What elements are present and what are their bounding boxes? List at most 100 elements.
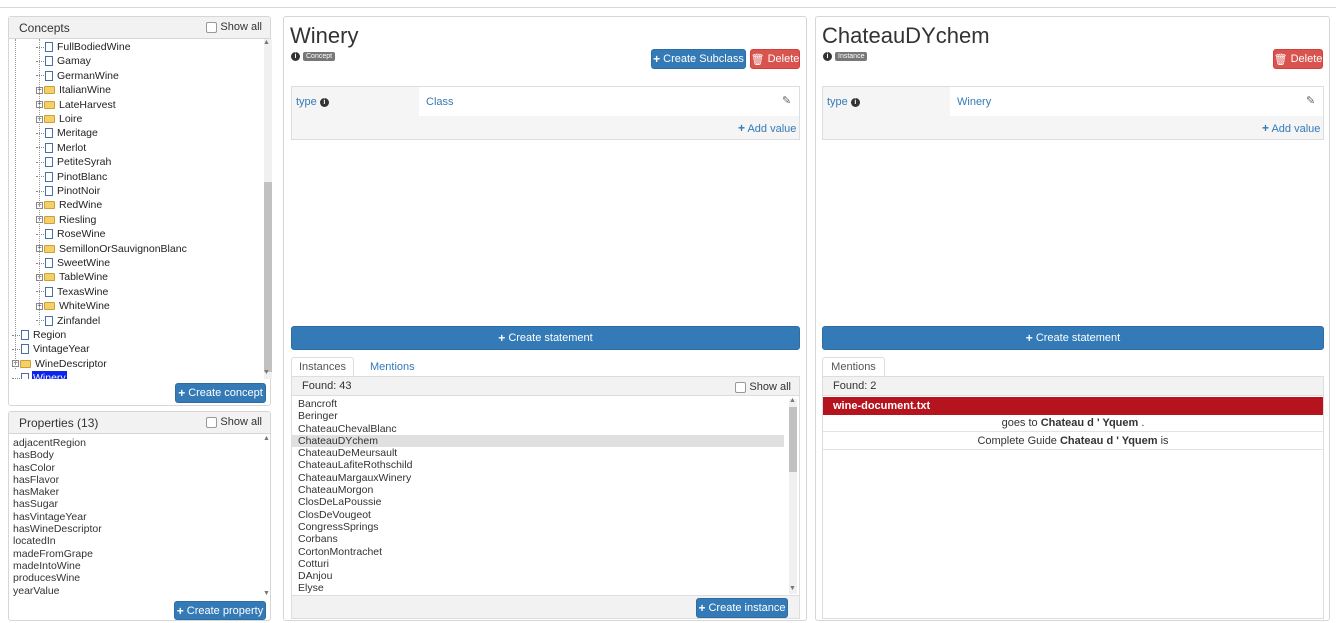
tree-node[interactable]: PetiteSyrah <box>36 155 112 169</box>
tab-mentions[interactable]: Mentions <box>822 357 885 376</box>
tree-node[interactable]: + LateHarvest <box>36 98 117 112</box>
tree-node[interactable]: TexasWine <box>36 285 109 299</box>
tree-node-label[interactable]: TexasWine <box>56 285 109 299</box>
tree-node-label[interactable]: Loire <box>58 112 83 126</box>
predicate-label[interactable]: type <box>827 96 848 108</box>
instance-item[interactable]: ChateauDYchem <box>292 434 784 448</box>
property-item[interactable]: madeFromGrape <box>13 548 253 560</box>
instance-item[interactable]: CortonMontrachet <box>292 546 784 558</box>
info-icon[interactable]: i <box>850 97 860 107</box>
tree-node[interactable]: SweetWine <box>36 256 111 270</box>
scroll-down-icon[interactable]: ▼ <box>789 585 796 592</box>
scroll-up-icon[interactable]: ▲ <box>789 397 796 404</box>
pencil-icon[interactable]: ✎ <box>1306 94 1315 107</box>
mention-document[interactable]: wine-document.txt <box>823 397 1323 415</box>
property-item[interactable]: hasBody <box>13 449 253 461</box>
info-icon[interactable]: i <box>823 52 832 61</box>
tree-node[interactable]: Merlot <box>36 141 87 155</box>
statement-value[interactable]: Winery <box>957 96 991 108</box>
tree-node[interactable]: PinotNoir <box>36 184 101 198</box>
pencil-icon[interactable]: ✎ <box>782 94 791 107</box>
scroll-up-icon[interactable]: ▲ <box>263 39 273 49</box>
instance-item[interactable]: ChateauMargauxWinery <box>292 472 784 484</box>
instance-item[interactable]: ClosDeLaPoussie <box>292 496 784 508</box>
property-item[interactable]: hasWineDescriptor <box>13 523 253 535</box>
tree-node-label[interactable]: LateHarvest <box>58 98 117 112</box>
create-statement-button[interactable]: + Create statement <box>822 326 1324 350</box>
concept-tree-scroll-thumb[interactable] <box>264 182 272 372</box>
tree-node[interactable]: + WhiteWine <box>36 299 111 313</box>
tree-node-label[interactable]: RedWine <box>58 198 103 212</box>
property-item[interactable]: adjacentRegion <box>13 437 253 449</box>
tree-node[interactable]: + Loire <box>36 112 83 126</box>
tree-node-label[interactable]: VintageYear <box>32 342 91 356</box>
instance-item[interactable]: ChateauDeMeursault <box>292 447 784 459</box>
tree-node-label[interactable]: WhiteWine <box>58 299 111 313</box>
tree-node-label[interactable]: PinotBlanc <box>56 170 108 184</box>
tree-node-label[interactable]: RoseWine <box>56 227 106 241</box>
create-instance-button[interactable]: + Create instance <box>696 598 788 618</box>
tree-node[interactable]: VintageYear <box>12 342 91 356</box>
tree-node[interactable]: PinotBlanc <box>36 170 108 184</box>
add-value-link[interactable]: + Add value <box>1262 121 1320 135</box>
checkbox-icon[interactable] <box>206 21 218 33</box>
statement-predicate[interactable]: type i <box>296 96 329 108</box>
property-item[interactable]: yearValue <box>13 585 253 597</box>
property-item[interactable]: hasSugar <box>13 498 253 510</box>
add-value-link[interactable]: + Add value <box>738 121 796 135</box>
create-subclass-button[interactable]: + Create Subclass <box>651 49 746 69</box>
tree-node-label[interactable]: FullBodiedWine <box>56 40 132 54</box>
tree-node-label[interactable]: SweetWine <box>56 256 111 270</box>
tree-node-label[interactable]: Merlot <box>56 141 87 155</box>
instances-show-all[interactable]: Show all <box>735 381 791 393</box>
tree-node[interactable]: + SemillonOrSauvignonBlanc <box>36 242 188 256</box>
tree-node-label[interactable]: GermanWine <box>56 69 120 83</box>
tree-node[interactable]: GermanWine <box>36 69 120 83</box>
properties-show-all[interactable]: Show all <box>206 416 262 428</box>
tree-node-label[interactable]: PetiteSyrah <box>56 155 112 169</box>
tree-node[interactable]: + RedWine <box>36 198 103 212</box>
tree-node[interactable]: + TableWine <box>36 270 109 284</box>
tree-node-label[interactable]: SemillonOrSauvignonBlanc <box>58 242 188 256</box>
property-item[interactable]: producesWine <box>13 572 253 584</box>
create-concept-button[interactable]: + Create concept <box>175 383 266 403</box>
tree-node-label[interactable]: WineDescriptor <box>34 357 108 371</box>
checkbox-icon[interactable] <box>735 381 747 393</box>
instances-scroll-thumb[interactable] <box>789 407 797 472</box>
concepts-show-all[interactable]: Show all <box>206 21 262 33</box>
create-property-button[interactable]: + Create property <box>174 601 266 620</box>
property-item[interactable]: hasFlavor <box>13 474 253 486</box>
tree-node-label[interactable]: Riesling <box>58 213 97 227</box>
instance-item[interactable]: ChateauChevalBlanc <box>292 423 784 435</box>
instance-item[interactable]: ChateauLafiteRothschild <box>292 459 784 471</box>
instance-item[interactable]: DAnjou <box>292 570 784 582</box>
property-item[interactable]: madeIntoWine <box>13 560 253 572</box>
checkbox-icon[interactable] <box>206 416 218 428</box>
tree-node-label[interactable]: Zinfandel <box>56 314 101 328</box>
tree-node[interactable]: Winery <box>12 371 67 379</box>
tree-node[interactable]: Zinfandel <box>36 314 101 328</box>
tree-node-label[interactable]: Gamay <box>56 54 92 68</box>
instance-item[interactable]: Cotturi <box>292 558 784 570</box>
tree-node[interactable]: Meritage <box>36 126 99 140</box>
tree-node[interactable]: Gamay <box>36 54 92 68</box>
info-icon[interactable]: i <box>291 52 300 61</box>
instance-item[interactable]: Corbans <box>292 533 784 545</box>
tree-node[interactable]: + WineDescriptor <box>12 357 108 371</box>
tree-node[interactable]: + Riesling <box>36 213 97 227</box>
tab-mentions[interactable]: Mentions <box>370 361 415 373</box>
instance-item[interactable]: Bancroft <box>292 398 784 410</box>
instance-item[interactable]: CongressSprings <box>292 521 784 533</box>
info-icon[interactable]: i <box>319 97 329 107</box>
predicate-label[interactable]: type <box>296 96 317 108</box>
tree-node-label[interactable]: Winery <box>32 371 67 379</box>
tree-node-label[interactable]: PinotNoir <box>56 184 101 198</box>
property-item[interactable]: hasColor <box>13 462 253 474</box>
property-item[interactable]: hasVintageYear <box>13 511 253 523</box>
tab-instances[interactable]: Instances <box>291 357 354 376</box>
mention-row[interactable]: Complete Guide Chateau d ' Yquem is <box>823 433 1323 450</box>
tree-node-label[interactable]: Meritage <box>56 126 99 140</box>
tree-node[interactable]: RoseWine <box>36 227 106 241</box>
scroll-up-icon[interactable]: ▲ <box>263 435 273 445</box>
tree-node[interactable]: Region <box>12 328 67 342</box>
